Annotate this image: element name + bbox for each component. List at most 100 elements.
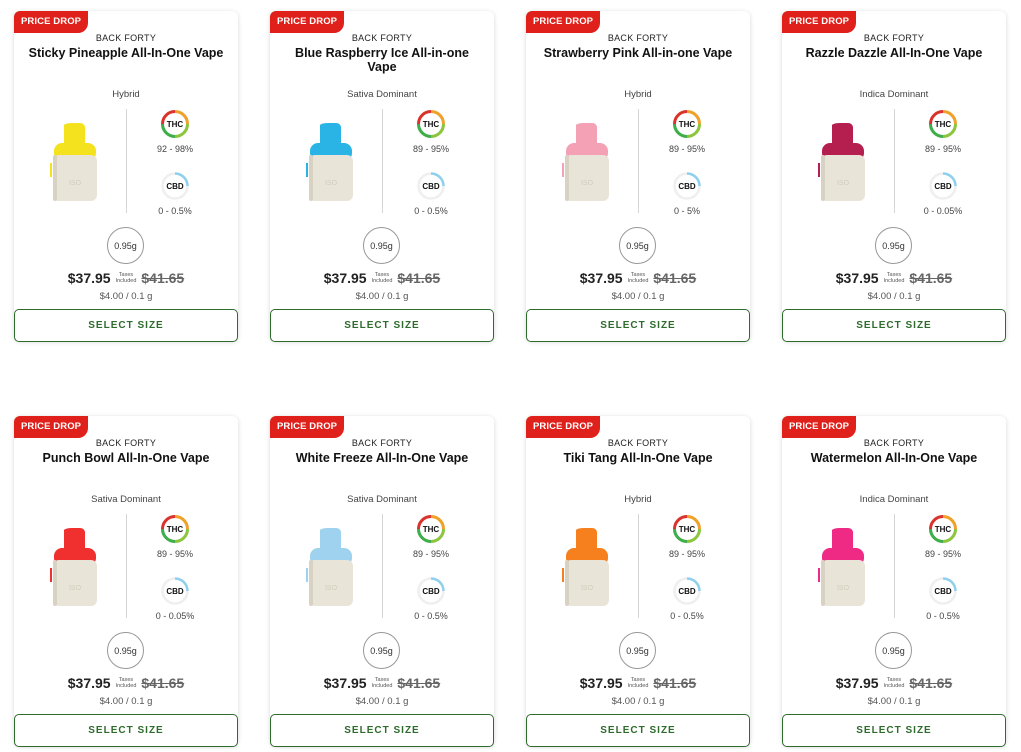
price-drop-badge: PRICE DROP (270, 11, 345, 33)
select-size-button[interactable]: SELECT SIZE (270, 714, 494, 747)
cbd-range: 0 - 5% (673, 206, 700, 216)
taxes-included-note: Taxes Included (883, 272, 905, 284)
product-name[interactable]: Punch Bowl All-In-One Vape (26, 451, 226, 465)
price-drop-badge: PRICE DROP (14, 416, 89, 438)
product-brand: BACK FORTY (351, 438, 413, 448)
weight-option[interactable]: 0.95g (619, 632, 656, 669)
thc-label: THC (422, 524, 440, 534)
cbd-label: CBD (934, 181, 952, 191)
cbd-range: 0 - 0.5% (414, 206, 448, 216)
svg-text:ISO: ISO (69, 585, 82, 592)
svg-text:ISO: ISO (325, 180, 338, 187)
thc-range: 89 - 95% (412, 549, 450, 559)
thc-range: 89 - 95% (412, 144, 450, 154)
weight-option[interactable]: 0.95g (363, 632, 400, 669)
weight-option[interactable]: 0.95g (619, 227, 656, 264)
info-divider (638, 514, 639, 618)
sale-price: $37.95 (579, 675, 623, 691)
price-drop-badge: PRICE DROP (782, 416, 857, 438)
thc-label: THC (166, 119, 184, 129)
unit-price: $4.00 / 0.1 g (355, 696, 409, 707)
weight-option[interactable]: 0.95g (363, 227, 400, 264)
sale-price: $37.95 (835, 675, 879, 691)
taxes-included-note: Taxes Included (371, 272, 393, 284)
sale-price: $37.95 (579, 270, 623, 286)
cbd-range: 0 - 0.5% (158, 206, 192, 216)
select-size-button[interactable]: SELECT SIZE (526, 309, 750, 342)
product-name[interactable]: Strawberry Pink All-in-one Vape (538, 46, 738, 60)
cbd-label: CBD (422, 181, 440, 191)
cbd-label: CBD (678, 586, 696, 596)
product-card[interactable]: PRICE DROP BACK FORTY Razzle Dazzle All-… (782, 11, 1006, 342)
product-name[interactable]: White Freeze All-In-One Vape (282, 451, 482, 465)
price-row: $37.95 Taxes Included $41.65 (14, 270, 238, 286)
weight-option[interactable]: 0.95g (107, 227, 144, 264)
vape-product-image[interactable]: ISO (818, 528, 868, 608)
svg-text:ISO: ISO (325, 585, 338, 592)
unit-price: $4.00 / 0.1 g (99, 291, 153, 302)
original-price: $41.65 (653, 675, 697, 691)
product-card[interactable]: PRICE DROP BACK FORTY Tiki Tang All-In-O… (526, 416, 750, 747)
price-drop-badge: PRICE DROP (526, 11, 601, 33)
product-name[interactable]: Sticky Pineapple All-In-One Vape (26, 46, 226, 60)
thc-range: 92 - 98% (156, 144, 194, 154)
vape-product-image[interactable]: ISO (306, 528, 356, 608)
product-name[interactable]: Tiki Tang All-In-One Vape (538, 451, 738, 465)
vape-product-image[interactable]: ISO (818, 123, 868, 203)
thc-range: 89 - 95% (924, 144, 962, 154)
select-size-button[interactable]: SELECT SIZE (526, 714, 750, 747)
unit-price: $4.00 / 0.1 g (99, 696, 153, 707)
info-divider (382, 109, 383, 213)
product-strain-type: Sativa Dominant (347, 494, 417, 505)
cbd-label: CBD (166, 181, 184, 191)
thc-range: 89 - 95% (924, 549, 962, 559)
unit-price: $4.00 / 0.1 g (355, 291, 409, 302)
select-size-button[interactable]: SELECT SIZE (14, 309, 238, 342)
price-drop-badge: PRICE DROP (14, 11, 89, 33)
thc-range: 89 - 95% (156, 549, 194, 559)
cbd-label: CBD (166, 586, 184, 596)
sale-price: $37.95 (323, 270, 367, 286)
unit-price: $4.00 / 0.1 g (611, 291, 665, 302)
thc-label: THC (678, 524, 696, 534)
vape-product-image[interactable]: ISO (306, 123, 356, 203)
vape-product-image[interactable]: ISO (562, 528, 612, 608)
product-card[interactable]: PRICE DROP BACK FORTY Punch Bowl All-In-… (14, 416, 238, 747)
product-strain-type: Hybrid (624, 494, 652, 505)
product-name[interactable]: Blue Raspberry Ice All-in-one Vape (282, 46, 482, 74)
svg-text:ISO: ISO (69, 180, 82, 187)
product-name[interactable]: Razzle Dazzle All-In-One Vape (794, 46, 994, 60)
thc-label: THC (934, 524, 952, 534)
weight-option[interactable]: 0.95g (107, 632, 144, 669)
vape-product-image[interactable]: ISO (50, 123, 100, 203)
product-card[interactable]: PRICE DROP BACK FORTY Blue Raspberry Ice… (270, 11, 494, 342)
product-name[interactable]: Watermelon All-In-One Vape (794, 451, 994, 465)
product-card[interactable]: PRICE DROP BACK FORTY White Freeze All-I… (270, 416, 494, 747)
unit-price: $4.00 / 0.1 g (611, 696, 665, 707)
price-row: $37.95 Taxes Included $41.65 (782, 675, 1006, 691)
select-size-button[interactable]: SELECT SIZE (782, 714, 1006, 747)
product-card[interactable]: PRICE DROP BACK FORTY Strawberry Pink Al… (526, 11, 750, 342)
select-size-button[interactable]: SELECT SIZE (782, 309, 1006, 342)
product-card[interactable]: PRICE DROP BACK FORTY Sticky Pineapple A… (14, 11, 238, 342)
info-divider (126, 109, 127, 213)
product-strain-type: Indica Dominant (859, 494, 929, 505)
vape-product-image[interactable]: ISO (50, 528, 100, 608)
cbd-label: CBD (934, 586, 952, 596)
product-card[interactable]: PRICE DROP BACK FORTY Watermelon All-In-… (782, 416, 1006, 747)
cbd-label: CBD (678, 181, 696, 191)
original-price: $41.65 (653, 270, 697, 286)
select-size-button[interactable]: SELECT SIZE (14, 714, 238, 747)
svg-text:ISO: ISO (837, 585, 850, 592)
thc-label: THC (934, 119, 952, 129)
weight-option[interactable]: 0.95g (875, 632, 912, 669)
info-divider (126, 514, 127, 618)
thc-range: 89 - 95% (668, 549, 706, 559)
select-size-button[interactable]: SELECT SIZE (270, 309, 494, 342)
weight-option[interactable]: 0.95g (875, 227, 912, 264)
price-row: $37.95 Taxes Included $41.65 (14, 675, 238, 691)
cbd-label: CBD (422, 586, 440, 596)
vape-product-image[interactable]: ISO (562, 123, 612, 203)
svg-text:ISO: ISO (581, 180, 594, 187)
taxes-included-note: Taxes Included (115, 677, 137, 689)
